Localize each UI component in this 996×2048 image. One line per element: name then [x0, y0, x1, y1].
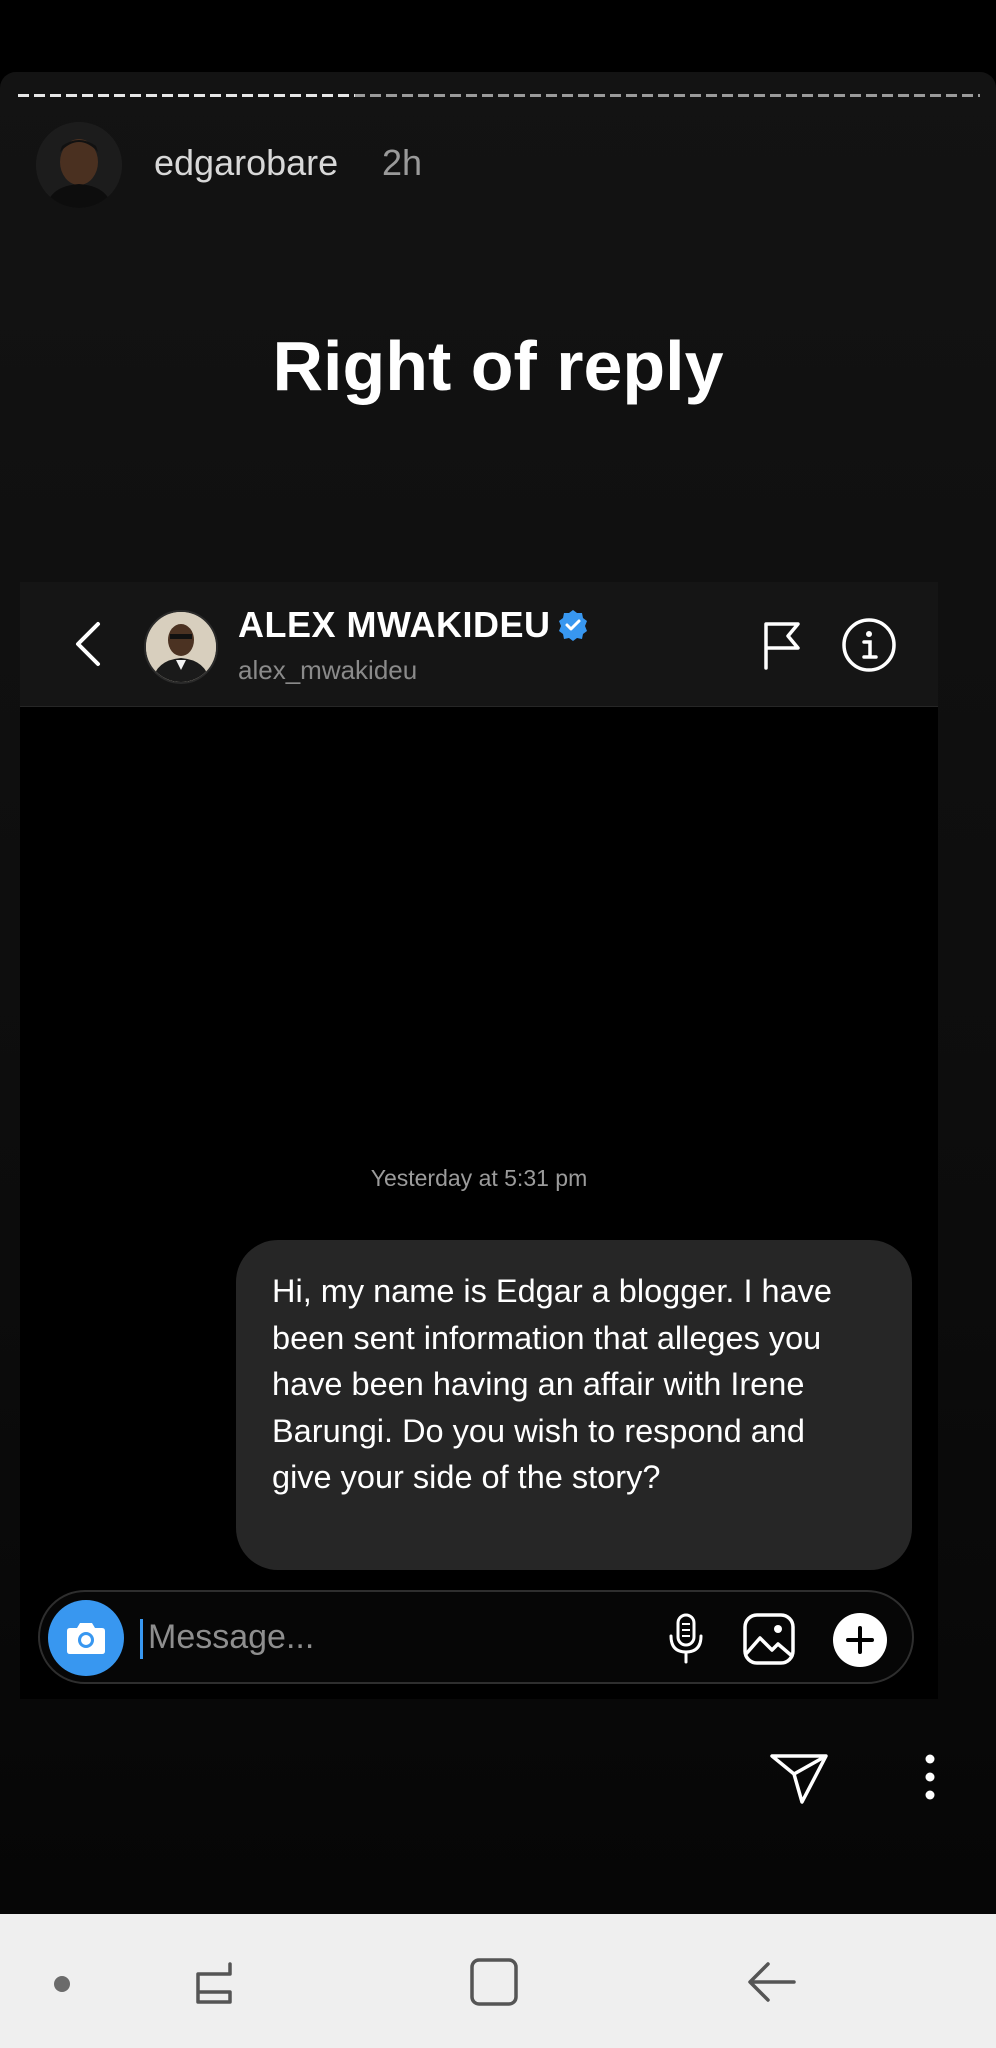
send-icon[interactable] — [768, 1750, 830, 1806]
recents-icon[interactable] — [190, 1958, 238, 2008]
camera-icon[interactable] — [48, 1600, 124, 1676]
gallery-icon[interactable] — [742, 1612, 796, 1666]
flag-icon[interactable] — [758, 618, 806, 672]
message-input[interactable] — [144, 1612, 532, 1662]
message-bubble[interactable]: Hi, my name is Edgar a blogger. I have b… — [236, 1240, 912, 1570]
chat-avatar[interactable] — [144, 610, 218, 684]
chat-screenshot: ALEX MWAKIDEU alex_mwakideu Yesterday at… — [20, 582, 938, 1699]
back-icon[interactable] — [746, 1958, 798, 2006]
message-composer — [38, 1590, 914, 1684]
chat-contact-name: ALEX MWAKIDEU — [238, 604, 551, 645]
more-icon[interactable] — [918, 1752, 942, 1802]
story-title: Right of reply — [272, 327, 724, 405]
story-progress-bar — [18, 94, 980, 97]
nav-hide-dot[interactable] — [54, 1976, 70, 1992]
story-time-ago: 2h — [382, 142, 423, 183]
story-user-avatar[interactable] — [36, 122, 122, 208]
info-icon[interactable] — [840, 616, 898, 674]
microphone-icon[interactable] — [666, 1612, 706, 1666]
home-icon[interactable] — [468, 1956, 520, 2008]
back-icon[interactable] — [64, 618, 112, 670]
story-username[interactable]: edgarobare — [154, 142, 338, 184]
message-timestamp: Yesterday at 5:31 pm — [370, 1165, 588, 1191]
text-cursor — [140, 1619, 143, 1659]
plus-icon[interactable] — [832, 1612, 888, 1668]
chat-contact-handle: alex_mwakideu — [238, 655, 418, 685]
system-navigation-bar — [0, 1914, 996, 2048]
verified-badge-icon — [556, 608, 590, 642]
chat-header: ALEX MWAKIDEU alex_mwakideu — [20, 582, 938, 707]
story-progress-fill — [18, 94, 355, 97]
